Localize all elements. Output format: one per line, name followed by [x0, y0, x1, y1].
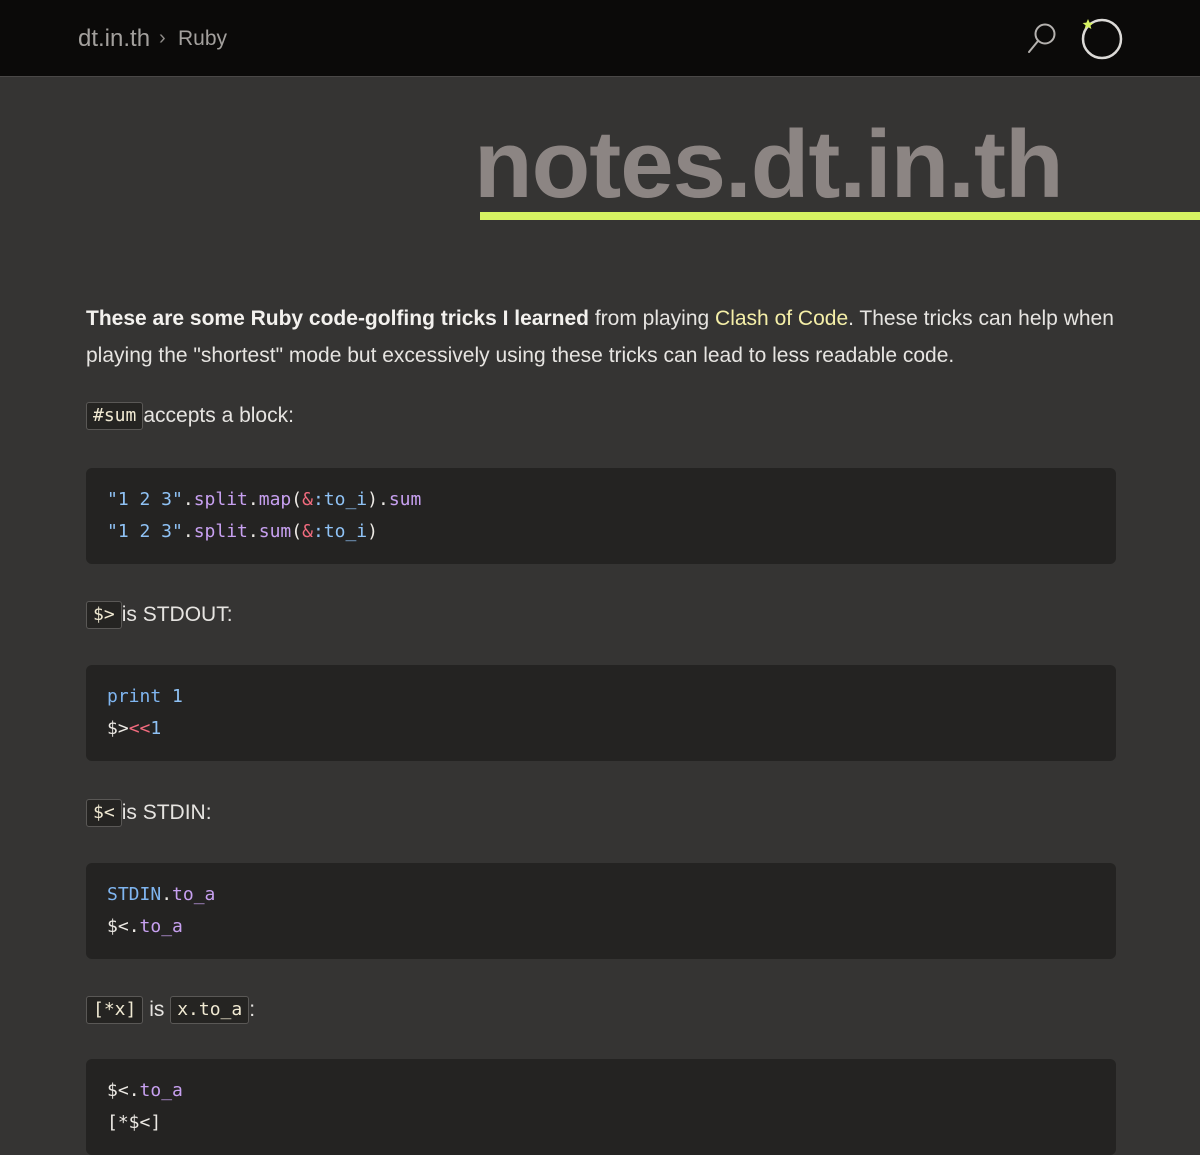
tip-stdout-heading: $> is STDOUT: [86, 601, 1116, 629]
hero-site-title: notes.dt.in.th [474, 111, 1064, 218]
code-token: split [193, 521, 248, 542]
hero-underline [480, 212, 1200, 220]
intro-bold-end: code-golfing tricks I learned [303, 307, 589, 330]
tip-text-mid: is [143, 998, 171, 1021]
code-line: "1 2 3".split.map(&:to_i).sum [107, 484, 1095, 516]
code-token: . [182, 521, 194, 542]
code-block: print 1 $><<1 [86, 665, 1116, 761]
tip-sum-heading: #sum accepts a block: [86, 402, 1116, 430]
code-token: [*$<] [107, 1112, 162, 1133]
code-token: split [193, 489, 248, 510]
article-content: These are some Ruby code-golfing tricks … [86, 300, 1116, 1155]
search-icon[interactable] [1024, 20, 1062, 58]
code-token: sum [388, 489, 422, 510]
code-token: sum [258, 521, 292, 542]
tip-text: : [249, 998, 256, 1021]
code-token: ) [367, 489, 378, 510]
intro-bold-start: These are some [86, 307, 251, 330]
code-line: $<.to_a [107, 1075, 1095, 1107]
breadcrumb-ruby[interactable]: Ruby [178, 27, 227, 51]
code-token: . [161, 884, 173, 905]
inline-code: $< [86, 799, 122, 827]
code-block: "1 2 3".split.map(&:to_i).sum "1 2 3".spl… [86, 468, 1116, 564]
clash-of-code-link[interactable]: Clash of Code [715, 307, 848, 330]
code-token: map [258, 489, 292, 510]
code-token: $> [107, 718, 129, 739]
ruby-link[interactable]: Ruby [251, 307, 304, 330]
code-block: $<.to_a [*$<] [86, 1059, 1116, 1155]
theme-toggle-icon[interactable] [1076, 14, 1126, 64]
tip-text: is STDOUT: [121, 603, 233, 626]
code-line: "1 2 3".split.sum(&:to_i) [107, 516, 1095, 548]
code-token: :to_i [312, 521, 368, 542]
tip-stdin-heading: $< is STDIN: [86, 799, 1116, 827]
code-token: "1 2 3" [107, 489, 183, 510]
breadcrumb-separator: › [159, 27, 166, 49]
tip-text: is STDIN: [121, 801, 212, 824]
code-token: to_a [172, 884, 216, 905]
code-token: print [107, 686, 162, 707]
intro-text-1: from playing [588, 307, 716, 330]
code-line: print 1 [107, 681, 1095, 713]
site-brand-link[interactable]: dt.in.th [78, 25, 150, 53]
code-line: [*$<] [107, 1107, 1095, 1139]
code-token: to_a [139, 1080, 183, 1101]
code-line: $<.to_a [107, 911, 1095, 943]
code-line: $><<1 [107, 713, 1095, 745]
code-token: . [247, 521, 259, 542]
code-token: . [128, 1080, 140, 1101]
inline-code: #sum [86, 402, 144, 430]
intro-paragraph: These are some Ruby code-golfing tricks … [86, 300, 1116, 374]
tip-text: accepts a block: [143, 404, 294, 427]
inline-code: $> [86, 601, 122, 629]
code-token: & [302, 521, 313, 542]
code-token: :to_i [312, 489, 368, 510]
code-token: $< [107, 916, 129, 937]
code-token: STDIN [107, 884, 162, 905]
code-token: << [128, 718, 151, 739]
code-token: . [182, 489, 194, 510]
code-token: . [128, 916, 140, 937]
inline-code: x.to_a [170, 996, 250, 1024]
code-token: ( [291, 521, 303, 542]
code-token: ) [367, 521, 378, 542]
code-token: $< [107, 1080, 129, 1101]
code-token: . [247, 489, 259, 510]
code-line: STDIN.to_a [107, 879, 1095, 911]
code-token: ( [291, 489, 303, 510]
code-token: to_a [139, 916, 183, 937]
code-token: "1 2 3" [107, 521, 183, 542]
code-token: . [377, 489, 389, 510]
code-token: 1 [172, 686, 183, 707]
inline-code: [*x] [86, 996, 144, 1024]
top-navigation-bar: dt.in.th › Ruby [0, 0, 1200, 77]
code-token: & [302, 489, 313, 510]
code-token: 1 [150, 718, 162, 739]
tip-splat-heading: [*x] is x.to_a: [86, 996, 1116, 1024]
code-block: STDIN.to_a $<.to_a [86, 863, 1116, 959]
